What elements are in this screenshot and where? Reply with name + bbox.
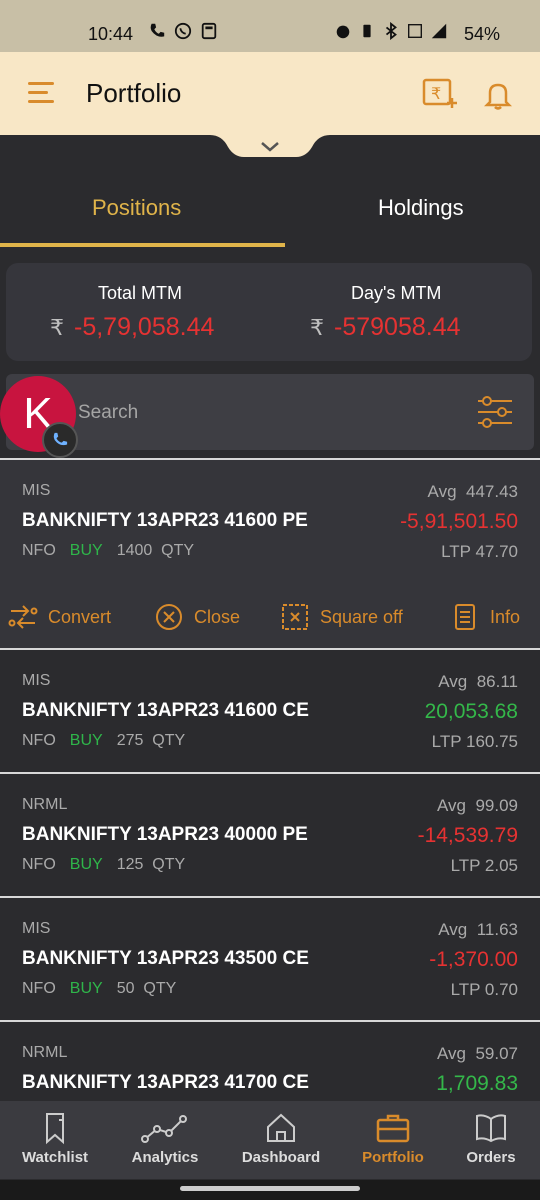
status-time: 10:44 [88, 24, 134, 44]
product-type: NRML [22, 1044, 68, 1061]
alarm-icon [336, 25, 350, 39]
position-meta: NFO BUY 50 QTY [22, 980, 177, 997]
avg-price: Avg 59.07 [437, 1044, 518, 1063]
side-badge: BUY [69, 980, 103, 997]
search-input[interactable] [78, 399, 438, 427]
product-type: MIS [22, 920, 51, 937]
calculator-icon [201, 22, 217, 40]
app-header: Portfolio ₹ [0, 52, 540, 135]
symbol: BANKNIFTY 13APR23 41700 CE [22, 1072, 309, 1093]
day-mtm-label: Day's MTM [351, 283, 442, 303]
nav-dashboard[interactable]: Dashboard [231, 1111, 331, 1166]
pnl-value: 20,053.68 [424, 700, 518, 723]
info-button[interactable]: Info [450, 600, 520, 634]
symbol: BANKNIFTY 13APR23 41600 CE [22, 700, 309, 721]
nav-orders[interactable]: Orders [441, 1111, 540, 1166]
square-off-button[interactable]: Square off [280, 600, 403, 634]
info-document-icon [455, 604, 475, 630]
volte-icon [408, 24, 422, 38]
product-type: NRML [22, 796, 68, 813]
avg-price: Avg 11.63 [438, 920, 518, 939]
close-position-button[interactable]: Close [154, 600, 240, 634]
rupee-icon: ₹ [50, 315, 64, 340]
convert-button[interactable]: Convert [8, 600, 111, 634]
status-bar: 10:44 54% [0, 0, 540, 52]
nav-portfolio[interactable]: Portfolio [343, 1111, 443, 1166]
positions-holdings-tabs: Positions Holdings [0, 165, 540, 249]
position-row[interactable]: NRML Avg 99.09 BANKNIFTY 13APR23 40000 P… [0, 772, 540, 898]
pnl-value: 1,709.83 [436, 1072, 518, 1095]
pnl-value: -14,539.79 [417, 824, 518, 847]
position-meta: NFO BUY 125 QTY [22, 856, 186, 873]
avg-price: Avg 447.43 [427, 482, 518, 501]
bookmark-icon [46, 1113, 64, 1145]
phone-icon [150, 23, 165, 37]
battery-level: 54% [463, 24, 500, 44]
position-row[interactable]: MIS Avg 447.43 BANKNIFTY 13APR23 41600 P… [0, 458, 540, 650]
product-type: MIS [22, 672, 51, 689]
add-funds-icon[interactable]: ₹ [422, 76, 458, 110]
vibrate-icon [363, 24, 371, 38]
svg-text:₹: ₹ [431, 84, 441, 103]
total-mtm-value: ₹ -5,79,058.44 [50, 313, 215, 341]
square-off-icon [282, 604, 308, 630]
status-right-icons [334, 22, 448, 40]
position-row[interactable]: MIS Avg 86.11 BANKNIFTY 13APR23 41600 CE… [0, 648, 540, 774]
position-row[interactable]: MIS Avg 11.63 BANKNIFTY 13APR23 43500 CE… [0, 896, 540, 1022]
product-type: MIS [22, 482, 51, 499]
symbol: BANKNIFTY 13APR23 40000 PE [22, 824, 308, 845]
collapse-header-toggle[interactable] [0, 135, 540, 165]
home-gesture-pill[interactable] [180, 1186, 360, 1191]
mtm-summary-card: Total MTM ₹ -5,79,058.44 Day's MTM ₹ -5790… [6, 263, 532, 361]
ltp-value: LTP 0.70 [450, 980, 518, 999]
signal-icon [431, 23, 447, 39]
position-actions: Convert Close Square off Info [0, 600, 540, 640]
book-icon [476, 1114, 506, 1143]
bluetooth-icon [385, 22, 397, 40]
position-row[interactable]: NRML Avg 59.07 BANKNIFTY 13APR23 41700 C… [0, 1020, 540, 1102]
menu-icon[interactable] [28, 82, 54, 104]
pnl-value: -1,370.00 [429, 948, 518, 971]
active-tab-indicator [0, 243, 285, 247]
side-badge: BUY [69, 856, 103, 873]
close-circle-icon [156, 604, 182, 630]
pnl-value: -5,91,501.50 [400, 510, 518, 533]
call-icon[interactable] [42, 422, 78, 458]
side-badge: BUY [69, 542, 103, 559]
day-mtm-value: ₹ -579058.44 [310, 313, 461, 341]
nav-watchlist[interactable]: Watchlist [5, 1111, 105, 1166]
nav-analytics[interactable]: Analytics [115, 1111, 215, 1166]
page-title: Portfolio [86, 78, 182, 108]
position-meta: NFO BUY 1400 QTY [22, 542, 195, 559]
position-meta: NFO BUY 275 QTY [22, 732, 186, 749]
status-left-icons [148, 22, 218, 40]
gesture-bar [0, 1180, 540, 1200]
symbol: BANKNIFTY 13APR23 41600 PE [22, 510, 308, 531]
briefcase-icon [376, 1114, 410, 1143]
tab-holdings[interactable]: Holdings [378, 195, 464, 221]
filter-icon[interactable] [476, 394, 514, 430]
notification-bell-icon[interactable] [484, 80, 512, 110]
ltp-value: LTP 160.75 [431, 732, 518, 751]
search-bar [6, 374, 534, 450]
convert-icon [8, 605, 38, 629]
avg-price: Avg 99.09 [437, 796, 518, 815]
total-mtm-label: Total MTM [98, 283, 183, 303]
rupee-icon: ₹ [310, 315, 324, 340]
ltp-value: LTP 47.70 [441, 542, 518, 561]
side-badge: BUY [69, 732, 103, 749]
symbol: BANKNIFTY 13APR23 43500 CE [22, 948, 309, 969]
whatsapp-icon [174, 22, 192, 40]
tab-positions[interactable]: Positions [92, 195, 181, 221]
analytics-icon [141, 1115, 187, 1143]
bottom-nav: Watchlist Analytics Dashboard Portfolio [0, 1101, 540, 1179]
avg-price: Avg 86.11 [438, 672, 518, 691]
ltp-value: LTP 2.05 [450, 856, 518, 875]
home-icon [267, 1113, 295, 1142]
